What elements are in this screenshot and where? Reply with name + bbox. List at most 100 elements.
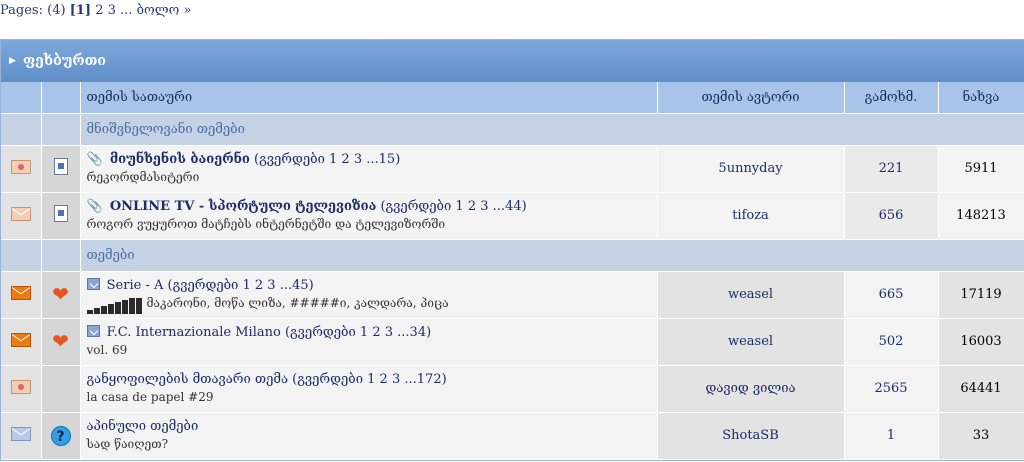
topic-description: როგორ ვუყუროთ მატჩებს ინტერნეტში და ტელე…: [86, 217, 446, 231]
topic-page-link[interactable]: 2: [341, 152, 349, 167]
topic-views: 2565: [844, 365, 939, 413]
pagination-page-2[interactable]: 2: [95, 3, 103, 18]
topic-replies: 148213: [938, 192, 1024, 240]
topic-title-link[interactable]: აპინული თემები: [87, 419, 199, 434]
topic-pages: (გვერდები 1 2 3 ...34): [285, 325, 431, 340]
hot-envelope-icon: [10, 285, 31, 300]
topic-title-link[interactable]: განყოფილების მთავარი თემა: [87, 372, 289, 387]
author-link[interactable]: weasel: [728, 287, 773, 302]
author-link[interactable]: tifoza: [732, 208, 769, 223]
topic-description: რეკორდმასიტერი: [86, 170, 200, 184]
pagination: Pages: (4) [1] 2 3 ... ბოლო »: [0, 3, 191, 18]
pagination-ellipsis: ...: [120, 3, 133, 18]
topic-title-link[interactable]: F.C. Internazionale Milano: [107, 325, 281, 340]
section-spacer: [1, 113, 42, 146]
header-icon-col: [1, 82, 42, 114]
topic-cell: Serie - A (გვერდები 1 2 3 ...45) მაკარონ…: [80, 271, 658, 319]
topic-page-link[interactable]: 1: [329, 152, 337, 167]
topic-type: [41, 145, 81, 193]
question-icon: ?: [50, 425, 71, 446]
pages-close: ): [521, 199, 527, 214]
topic-arrow-icon: [86, 325, 100, 337]
topic-page-link[interactable]: 2: [372, 325, 380, 340]
topic-author: tifoza: [657, 192, 845, 240]
pin-icon: 📎: [86, 152, 103, 167]
author-link[interactable]: ShotaSB: [722, 428, 779, 443]
header-icon-col: [41, 82, 81, 114]
topic-page-link[interactable]: 3: [354, 152, 362, 167]
topic-page-last[interactable]: ...45: [280, 278, 309, 293]
section-spacer: [41, 113, 81, 146]
topic-pages: (გვერდები 1 2 3 ...172): [292, 372, 447, 387]
topic-type: ❤: [41, 271, 81, 319]
topic-page-last[interactable]: ...15: [366, 152, 395, 167]
topic-replies: 33: [938, 412, 1024, 460]
topic-status: [1, 192, 42, 240]
topic-cell: F.C. Internazionale Milano (გვერდები 1 2…: [80, 318, 658, 366]
topic-title-link[interactable]: Serie - A: [107, 278, 164, 293]
pagination-label: Pages:: [0, 3, 43, 18]
topic-page-link[interactable]: 1: [455, 199, 463, 214]
table-row: განყოფილების მთავარი თემა (გვერდები 1 2 …: [1, 365, 1024, 413]
topic-description: la casa de papel #29: [86, 390, 214, 404]
author-link[interactable]: დავიდ ვილია: [705, 381, 795, 396]
topic-page-link[interactable]: 1: [367, 372, 375, 387]
topic-page-link[interactable]: 2: [380, 372, 388, 387]
pages-label: (გვერდები: [167, 277, 239, 293]
topic-title-link[interactable]: ONLINE TV - სპორტული ტელევიზია: [110, 199, 376, 214]
topic-status: [1, 318, 42, 366]
topic-page-link[interactable]: 3: [480, 199, 488, 214]
author-link[interactable]: 5unnyday: [718, 161, 782, 176]
pages-close: ): [426, 325, 432, 340]
topic-title-link[interactable]: მიუნხენის ბაიერნი: [110, 152, 250, 167]
topic-page-last[interactable]: ...44: [493, 199, 522, 214]
topic-page-link[interactable]: 3: [385, 325, 393, 340]
topic-views: 665: [844, 271, 939, 319]
topic-replies: 5911: [938, 145, 1024, 193]
pages-label: (გვერდები: [284, 325, 356, 340]
topic-page-link[interactable]: 2: [468, 199, 476, 214]
section-important-title: მნიშვნელოვანი თემები: [80, 113, 1024, 146]
pages-label: (გვერდები: [380, 199, 452, 214]
topic-replies: 16003: [938, 318, 1024, 366]
pin-icon: 📎: [86, 199, 103, 214]
section-topics-title: თემები: [80, 239, 1024, 272]
author-link[interactable]: weasel: [728, 334, 773, 349]
hot-envelope-icon: [10, 332, 31, 347]
pages-label: (გვერდები: [254, 152, 325, 167]
pagination-last[interactable]: ბოლო »: [137, 3, 192, 18]
topic-type: ❤: [41, 318, 81, 366]
topic-description: vol. 69: [86, 343, 128, 357]
header-views[interactable]: გამოხმ.: [844, 82, 939, 114]
topic-page-link[interactable]: 1: [360, 325, 368, 340]
topic-author: დავიდ ვილია: [657, 365, 845, 413]
topic-pages: (გვერდები 1 2 3 ...44): [380, 199, 526, 214]
pagination-current: [1]: [69, 3, 92, 18]
topic-views: 502: [844, 318, 939, 366]
header-replies[interactable]: ნახვა: [938, 82, 1024, 114]
header-title[interactable]: თემის სათაური: [80, 82, 658, 114]
table-row: 📎 მიუნხენის ბაიერნი (გვერდები 1 2 3 ...1…: [1, 145, 1024, 193]
announcement-doc-icon: [53, 205, 68, 222]
category-header: ▶ ფეხბურთი: [1, 40, 1024, 82]
table-row: 📎 ONLINE TV - სპორტული ტელევიზია (გვერდე…: [1, 192, 1024, 240]
topic-page-last[interactable]: ...172: [404, 372, 441, 387]
topic-author: ShotaSB: [657, 412, 845, 460]
header-author[interactable]: თემის ავტორი: [657, 82, 845, 114]
topic-description: სად წაიღეთ?: [86, 437, 169, 451]
topic-page-link[interactable]: 3: [392, 372, 400, 387]
topic-description: მაკარონი, მოწა ლიზა, #####ი, კალდარა, პი…: [146, 295, 449, 310]
topic-page-last[interactable]: ...34: [397, 325, 426, 340]
section-spacer: [1, 239, 42, 272]
section-topics: თემები: [1, 239, 1024, 272]
topic-type: ?: [41, 412, 81, 460]
pagination-page-3[interactable]: 3: [108, 3, 116, 18]
topic-type: [41, 192, 81, 240]
topic-status: [1, 412, 42, 460]
table-row: ❤ Serie - A (გვერდები 1 2 3 ...45) მაკარ…: [1, 271, 1024, 319]
topic-page-link[interactable]: 3: [267, 278, 275, 293]
topic-page-link[interactable]: 1: [242, 278, 250, 293]
topic-page-link[interactable]: 2: [255, 278, 263, 293]
topic-cell: აპინული თემები სად წაიღეთ?: [80, 412, 658, 460]
category-title[interactable]: ფეხბურთი: [23, 53, 106, 69]
